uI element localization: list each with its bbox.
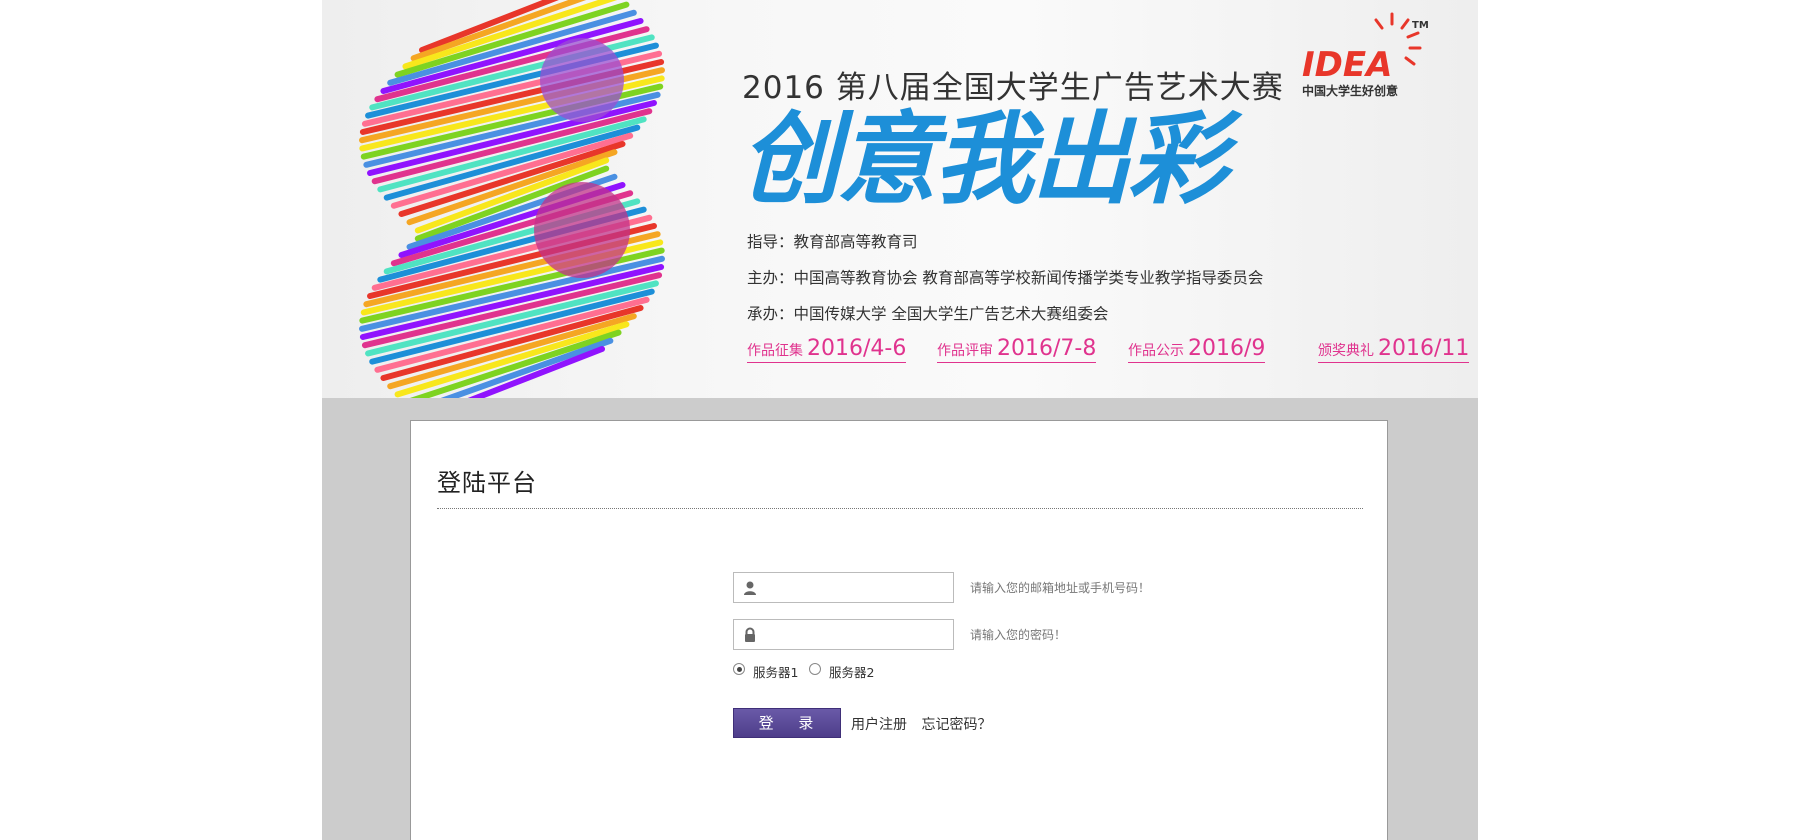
forgot-password-link[interactable]: 忘记密码？ (921, 717, 991, 733)
date-ceremony: 颁奖典礼 2016/11 (1318, 336, 1470, 363)
username-field[interactable] (733, 572, 954, 603)
art-circle (540, 38, 624, 122)
banner-slogan: 创意我出彩 (740, 101, 1228, 218)
pencil-art-8 (359, 0, 665, 398)
logo-wordmark: IDEA (1302, 45, 1392, 85)
logo-subtitle: 中国大学生好创意 (1302, 84, 1399, 98)
art-circle (534, 182, 630, 278)
server2-label[interactable]: 服务器2 (829, 662, 874, 681)
banner-guide: 指导：教育部高等教育司 (747, 233, 918, 251)
banner-host: 主办：中国高等教育协会 教育部高等学校新闻传播学类专业教学指导委员会 (747, 269, 1264, 287)
user-icon (744, 581, 756, 595)
contest-banner: 2016 第八届全国大学生广告艺术大赛 创意我出彩 指导：教育部高等教育司 主办… (322, 0, 1478, 398)
page-title: 登陆平台 (437, 469, 537, 497)
lock-icon (745, 627, 755, 642)
account-links: 用户注册 忘记密码？ (851, 714, 1001, 734)
username-input[interactable] (764, 576, 948, 601)
date-review: 作品评审 2016/7-8 (937, 336, 1097, 363)
login-panel: 登陆平台 请输入您的邮箱地址或手机号码！ 请输入您的密码！ 服务器1 服务器2 … (410, 420, 1388, 840)
login-button[interactable]: 登 录 (733, 708, 841, 738)
date-collection: 作品征集 2016/4-6 (747, 336, 907, 363)
username-hint: 请输入您的邮箱地址或手机号码！ (970, 581, 1151, 595)
banner-organizer: 承办：中国传媒大学 全国大学生广告艺术大赛组委会 (747, 305, 1109, 323)
date-publicity: 作品公示 2016/9 (1128, 336, 1266, 363)
server2-radio[interactable] (809, 663, 821, 675)
password-input[interactable] (764, 623, 948, 648)
register-link[interactable]: 用户注册 (851, 717, 907, 733)
password-hint: 请输入您的密码！ (970, 628, 1067, 642)
logo-trademark: TM (1412, 20, 1429, 31)
password-field[interactable] (733, 619, 954, 650)
server1-label[interactable]: 服务器1 (753, 662, 798, 681)
schedule-dates: 作品征集 2016/4-6 作品评审 2016/7-8 作品公示 2016/9 颁奖典… (747, 336, 1470, 366)
server1-radio[interactable] (733, 663, 745, 675)
title-divider (437, 508, 1363, 509)
